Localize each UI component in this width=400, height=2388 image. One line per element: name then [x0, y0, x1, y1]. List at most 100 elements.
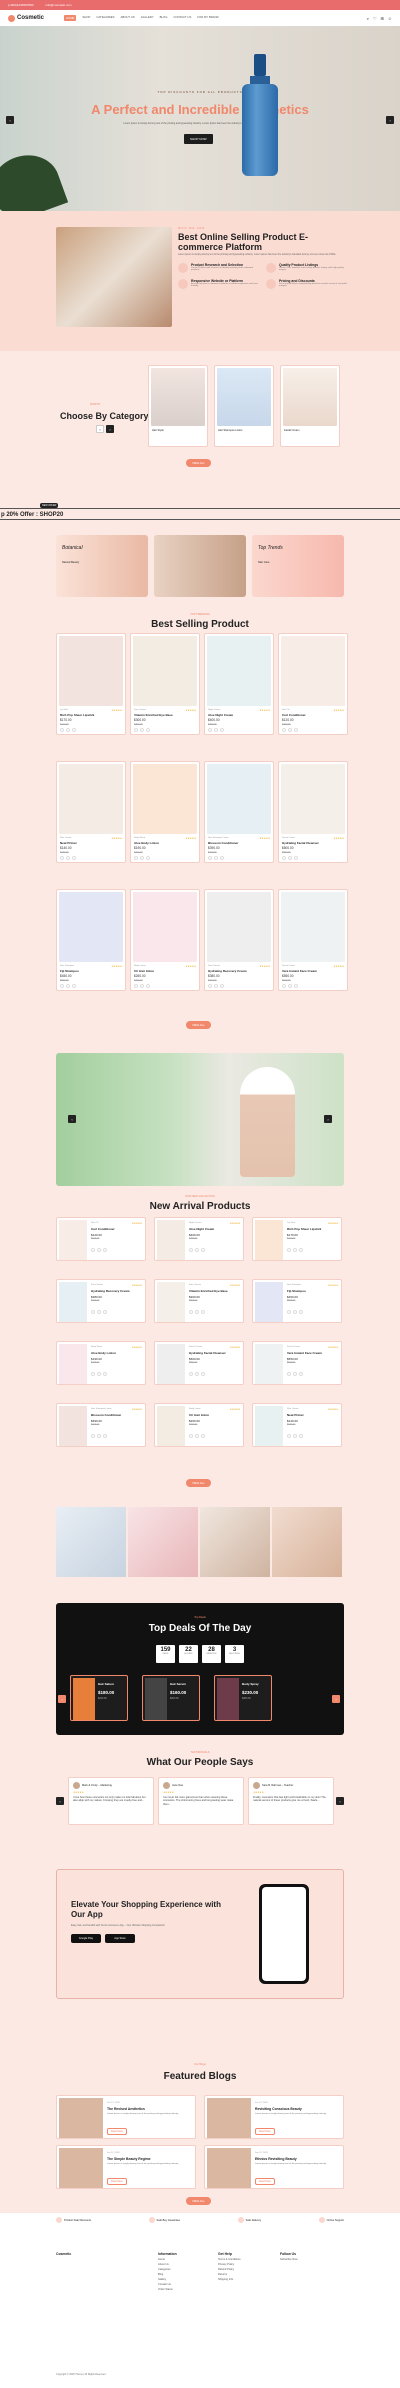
hero-next-arrow-icon[interactable]: ›: [386, 116, 394, 124]
product-name[interactable]: Neat Primer: [60, 841, 77, 845]
heart-icon[interactable]: [66, 984, 70, 988]
cart-icon[interactable]: [60, 984, 64, 988]
product-name[interactable]: Curl Conditioner: [91, 1227, 115, 1231]
banner-face[interactable]: [154, 535, 246, 597]
topbar-email[interactable]: info@cosmetic.com: [45, 3, 71, 7]
product-name[interactable]: Aloe Night Cream: [189, 1227, 214, 1231]
heart-icon[interactable]: [288, 856, 292, 860]
product-name[interactable]: Hydrating Recovery Cream: [208, 969, 247, 973]
gallery-image[interactable]: [272, 1507, 342, 1577]
heart-icon[interactable]: [195, 1248, 199, 1252]
eye-icon[interactable]: [72, 728, 76, 732]
product-card[interactable]: Facial Cream ★★★★★ Hydrating Facial Cleans…: [278, 761, 348, 863]
footer-link[interactable]: Order Status: [158, 2287, 177, 2292]
product-name[interactable]: Aloe Body Lotion: [91, 1351, 116, 1355]
product-name[interactable]: Vera Instant Face Cream: [287, 1351, 322, 1355]
cart-icon[interactable]: [287, 1310, 291, 1314]
eye-icon[interactable]: [146, 856, 150, 860]
cart-icon[interactable]: [282, 856, 286, 860]
heart-icon[interactable]: [214, 856, 218, 860]
heart-icon[interactable]: [288, 728, 292, 732]
cart-icon[interactable]: [60, 856, 64, 860]
deal-card[interactable]: Hair Serum $160.00 $200.00: [142, 1675, 200, 1721]
heart-icon[interactable]: [97, 1310, 101, 1314]
cart-icon[interactable]: [134, 856, 138, 860]
gallery-image[interactable]: [200, 1507, 270, 1577]
cart-icon[interactable]: [91, 1248, 95, 1252]
product-card[interactable]: Face Serum ★★★★★ Hydrating Recovery Cream $…: [56, 1279, 146, 1323]
nav-gallery[interactable]: GALLERY: [141, 15, 154, 21]
heart-icon[interactable]: [195, 1310, 199, 1314]
product-name[interactable]: Vera Instant Face Cream: [282, 969, 317, 973]
cart-icon[interactable]: [189, 1310, 193, 1314]
cart-icon[interactable]: [189, 1248, 193, 1252]
eye-icon[interactable]: [220, 856, 224, 860]
heart-icon[interactable]: [293, 1434, 297, 1438]
promo-next-arrow-icon[interactable]: ›: [324, 1115, 332, 1123]
heart-icon[interactable]: [195, 1372, 199, 1376]
heart-icon[interactable]: [66, 856, 70, 860]
app-store-button[interactable]: App Store: [105, 1934, 135, 1943]
eye-icon[interactable]: [201, 1434, 205, 1438]
topbar-phone[interactable]: (+000)1234567890: [8, 3, 33, 7]
banner-botanical[interactable]: Botanical Natural Beauty: [56, 535, 148, 597]
product-name[interactable]: Blossom Conditioner: [208, 841, 238, 845]
product-name[interactable]: Blossom Conditioner: [91, 1413, 121, 1417]
read-more-button[interactable]: Read More: [255, 2178, 275, 2185]
heart-icon[interactable]: [293, 1248, 297, 1252]
eye-icon[interactable]: [299, 1372, 303, 1376]
eye-icon[interactable]: [299, 1434, 303, 1438]
cart-icon[interactable]: [287, 1372, 291, 1376]
nav-categories[interactable]: CATEGORIES: [96, 15, 114, 21]
cart-icon[interactable]: [208, 728, 212, 732]
nav-about[interactable]: ABOUT US: [121, 15, 135, 21]
eye-icon[interactable]: [103, 1434, 107, 1438]
category-next-icon[interactable]: ›: [106, 425, 114, 433]
eye-icon[interactable]: [299, 1248, 303, 1252]
product-name[interactable]: Aloe Night Cream: [208, 713, 233, 717]
read-more-button[interactable]: Read More: [107, 2128, 127, 2135]
eye-icon[interactable]: [299, 1310, 303, 1314]
eye-icon[interactable]: [103, 1310, 107, 1314]
product-card[interactable]: Body Lotion ★★★★★ CC Hair lotion $260.00 $30…: [130, 889, 200, 991]
eye-icon[interactable]: [220, 984, 224, 988]
logo[interactable]: Cosmetic: [8, 14, 44, 22]
read-more-button[interactable]: Read More: [107, 2178, 127, 2185]
product-name[interactable]: Rich Pop Sheer Lipstick: [287, 1227, 321, 1231]
heart-icon[interactable]: [66, 728, 70, 732]
eye-icon[interactable]: [103, 1248, 107, 1252]
heart-icon[interactable]: [293, 1310, 297, 1314]
eye-icon[interactable]: [72, 856, 76, 860]
cart-icon[interactable]: [282, 984, 286, 988]
heart-icon[interactable]: [195, 1434, 199, 1438]
heart-icon[interactable]: ♡: [373, 16, 377, 21]
cart-icon[interactable]: [287, 1434, 291, 1438]
eye-icon[interactable]: [201, 1248, 205, 1252]
shop-now-button[interactable]: SHOP NOW: [184, 134, 213, 144]
blog-card[interactable]: Jan 12, 2025 Revisiting Conscious Beauty L…: [204, 2095, 344, 2139]
nav-contact[interactable]: CONTACT US: [173, 15, 191, 21]
bestsell-view-all-button[interactable]: VIEW ALL: [186, 1021, 211, 1029]
product-card[interactable]: Skin Cream ★★★★★ Neat Primer $140.00 $180.00: [252, 1403, 342, 1447]
product-name[interactable]: CC Hair lotion: [189, 1413, 209, 1417]
blogs-view-all-button[interactable]: VIEW ALL: [186, 2197, 211, 2205]
product-name[interactable]: Vitamin Enriched Eye Base: [189, 1289, 228, 1293]
cart-icon[interactable]: [91, 1310, 95, 1314]
blog-title[interactable]: Revisiting Conscious Beauty: [255, 2107, 302, 2111]
eye-icon[interactable]: [103, 1372, 107, 1376]
product-card[interactable]: Face Serum ★★★★★ Vitamin Enriched Eye Base…: [154, 1279, 244, 1323]
eye-icon[interactable]: [294, 984, 298, 988]
product-name[interactable]: Fiji Shampoo: [287, 1289, 306, 1293]
product-card[interactable]: Night Cream ★★★★★ Aloe Night Cream $400.00 $…: [204, 633, 274, 735]
eye-icon[interactable]: [220, 728, 224, 732]
cart-icon[interactable]: [282, 728, 286, 732]
product-card[interactable]: Skin Cream ★★★★★ Neat Primer $140.00 $180.00: [56, 761, 126, 863]
gallery-image[interactable]: [56, 1507, 126, 1577]
eye-icon[interactable]: [294, 856, 298, 860]
product-card[interactable]: Lip Stick ★★★★★ Rich Pop Sheer Lipstick $17…: [252, 1217, 342, 1261]
product-card[interactable]: Facial Cream ★★★★★ Vera Instant Face Cream…: [278, 889, 348, 991]
heart-icon[interactable]: [214, 984, 218, 988]
cart-icon[interactable]: [189, 1434, 193, 1438]
heart-icon[interactable]: [97, 1248, 101, 1252]
user-icon[interactable]: ☺: [388, 16, 392, 21]
